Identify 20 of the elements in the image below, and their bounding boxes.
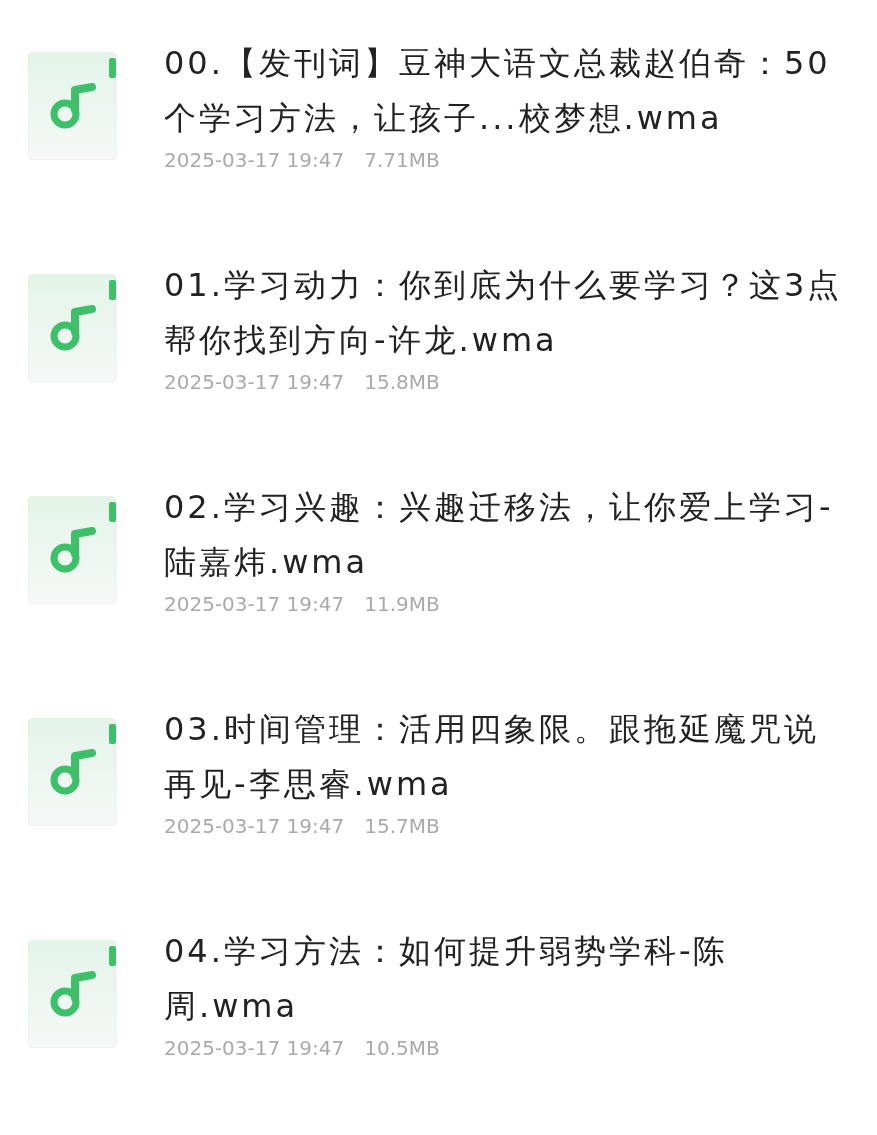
file-name[interactable]: 02.学习兴趣：兴趣迁移法，让你爱上学习-陆嘉炜.wma — [164, 480, 844, 590]
file-size: 15.8MB — [364, 370, 440, 394]
music-file-icon[interactable] — [28, 274, 118, 382]
file-name[interactable]: 03.时间管理：活用四象限。跟拖延魔咒说再见-李思睿.wma — [164, 702, 844, 812]
file-date: 2025-03-17 19:47 — [164, 814, 345, 838]
file-size: 10.5MB — [364, 1036, 440, 1060]
file-size: 7.71MB — [364, 148, 440, 172]
file-date: 2025-03-17 19:47 — [164, 592, 345, 616]
music-file-icon[interactable] — [28, 718, 118, 826]
file-name[interactable]: 00.【发刊词】豆神大语文总裁赵伯奇：50个学习方法，让孩子...校梦想.wma — [164, 36, 844, 146]
file-size: 15.7MB — [364, 814, 440, 838]
file-date: 2025-03-17 19:47 — [164, 370, 345, 394]
file-name[interactable]: 01.学习动力：你到底为什么要学习？这3点帮你找到方向-许龙.wma — [164, 258, 844, 368]
file-date: 2025-03-17 19:47 — [164, 1036, 345, 1060]
music-file-icon[interactable] — [28, 496, 118, 604]
music-file-icon[interactable] — [28, 52, 118, 160]
file-date: 2025-03-17 19:47 — [164, 148, 345, 172]
file-size: 11.9MB — [364, 592, 440, 616]
music-file-icon[interactable] — [28, 940, 118, 1048]
file-name[interactable]: 04.学习方法：如何提升弱势学科-陈周.wma — [164, 924, 844, 1034]
